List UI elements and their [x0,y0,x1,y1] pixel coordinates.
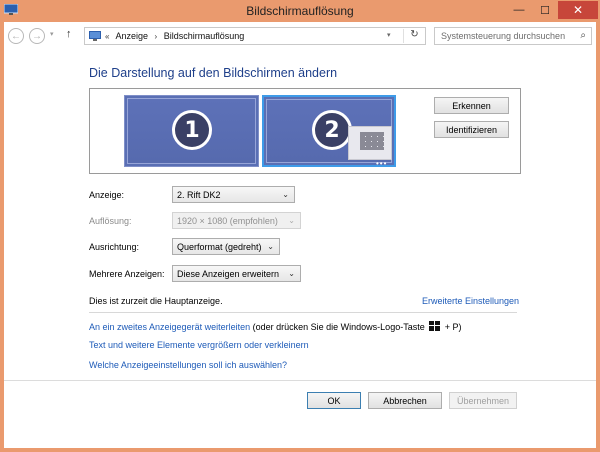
main-content: Die Darstellung auf den Bildschirmen änd… [4,50,596,448]
display-label: Anzeige: [89,190,125,200]
navigation-bar: ← → ▾ ↑ « Anzeige › Bildschirmauflösung … [4,22,596,50]
orientation-select-value: Querformat (gedreht) [177,241,262,252]
forward-arrow-icon[interactable]: → [29,28,45,44]
chevron-down-icon: ⌄ [267,242,274,251]
monitor-1[interactable]: 1 [124,95,259,167]
advanced-settings-link[interactable]: Erweiterte Einstellungen [422,296,519,306]
title-bar[interactable]: Bildschirmauflösung — ☐ ✕ [0,0,600,22]
ok-button[interactable]: OK [307,392,361,409]
footer-divider [4,380,596,381]
monitor-number-1: 1 [172,110,212,150]
breadcrumb-item-anzeige[interactable]: Anzeige [115,31,148,41]
chevron-down-icon: ⌄ [288,269,295,278]
start-screen-icon [348,126,392,160]
windows-logo-icon [429,321,441,331]
chevron-down-icon: ⌄ [288,216,295,225]
multiple-displays-select[interactable]: Diese Anzeigen erweitern ⌄ [172,265,301,282]
multiple-displays-select-value: Diese Anzeigen erweitern [177,268,280,279]
chevron-down-icon: ⌄ [282,190,289,199]
breadcrumb-separator-icon[interactable]: › [155,32,158,41]
search-box[interactable]: Systemsteuerung durchsuchen ⌕ [434,27,592,45]
page-title: Die Darstellung auf den Bildschirmen änd… [89,66,338,80]
window: Bildschirmauflösung — ☐ ✕ ← → ▾ ↑ « Anze… [0,0,600,452]
more-dots-icon: ••• [376,159,388,168]
which-settings-link[interactable]: Welche Anzeigeeinstellungen soll ich aus… [89,360,287,370]
up-arrow-icon[interactable]: ↑ [66,28,72,40]
search-icon[interactable]: ⌕ [580,30,586,41]
breadcrumb-overflow[interactable]: « [105,32,109,41]
project-row: An ein zweites Anzeigegerät weiterleiten… [89,321,462,332]
close-button[interactable]: ✕ [558,1,598,19]
minimize-button[interactable]: — [506,1,532,19]
orientation-label: Ausrichtung: [89,242,140,252]
multiple-displays-label: Mehrere Anzeigen: [89,269,165,279]
detect-button[interactable]: Erkennen [434,97,509,114]
maximize-button[interactable]: ☐ [532,1,558,19]
orientation-select[interactable]: Querformat (gedreht) ⌄ [172,238,280,255]
search-placeholder: Systemsteuerung durchsuchen [441,31,566,41]
monitor-2[interactable]: 2 ••• [262,95,396,168]
breadcrumb: « Anzeige › Bildschirmauflösung [105,31,248,41]
refresh-icon[interactable]: ↻ [403,29,425,43]
address-bar[interactable]: « Anzeige › Bildschirmauflösung ▾ ↻ [84,27,426,45]
text-size-link[interactable]: Text und weitere Elemente vergrößern ode… [89,340,309,350]
project-hint-shortcut: + P) [444,322,462,332]
divider [89,312,517,313]
display-select[interactable]: 2. Rift DK2 ⌄ [172,186,295,203]
back-arrow-icon[interactable]: ← [8,28,24,44]
apply-button[interactable]: Übernehmen [449,392,517,409]
breadcrumb-item-current[interactable]: Bildschirmauflösung [164,31,245,41]
cancel-button[interactable]: Abbrechen [368,392,442,409]
resolution-select: 1920 × 1080 (empfohlen) ⌄ [172,212,301,229]
main-display-text: Dies ist zurzeit die Hauptanzeige. [89,296,223,306]
identify-button[interactable]: Identifizieren [434,121,509,138]
display-select-value: 2. Rift DK2 [177,189,221,200]
monitor-number-2: 2 [312,110,352,150]
address-dropdown-icon[interactable]: ▾ [387,31,391,39]
control-panel-icon [89,31,101,41]
project-hint-text: (oder drücken Sie die Windows-Logo-Taste [252,322,425,332]
resolution-label: Auflösung: [89,216,132,226]
project-second-screen-link[interactable]: An ein zweites Anzeigegerät weiterleiten [89,322,250,332]
recent-locations-chevron-icon[interactable]: ▾ [50,30,54,38]
resolution-select-value: 1920 × 1080 (empfohlen) [177,215,278,226]
